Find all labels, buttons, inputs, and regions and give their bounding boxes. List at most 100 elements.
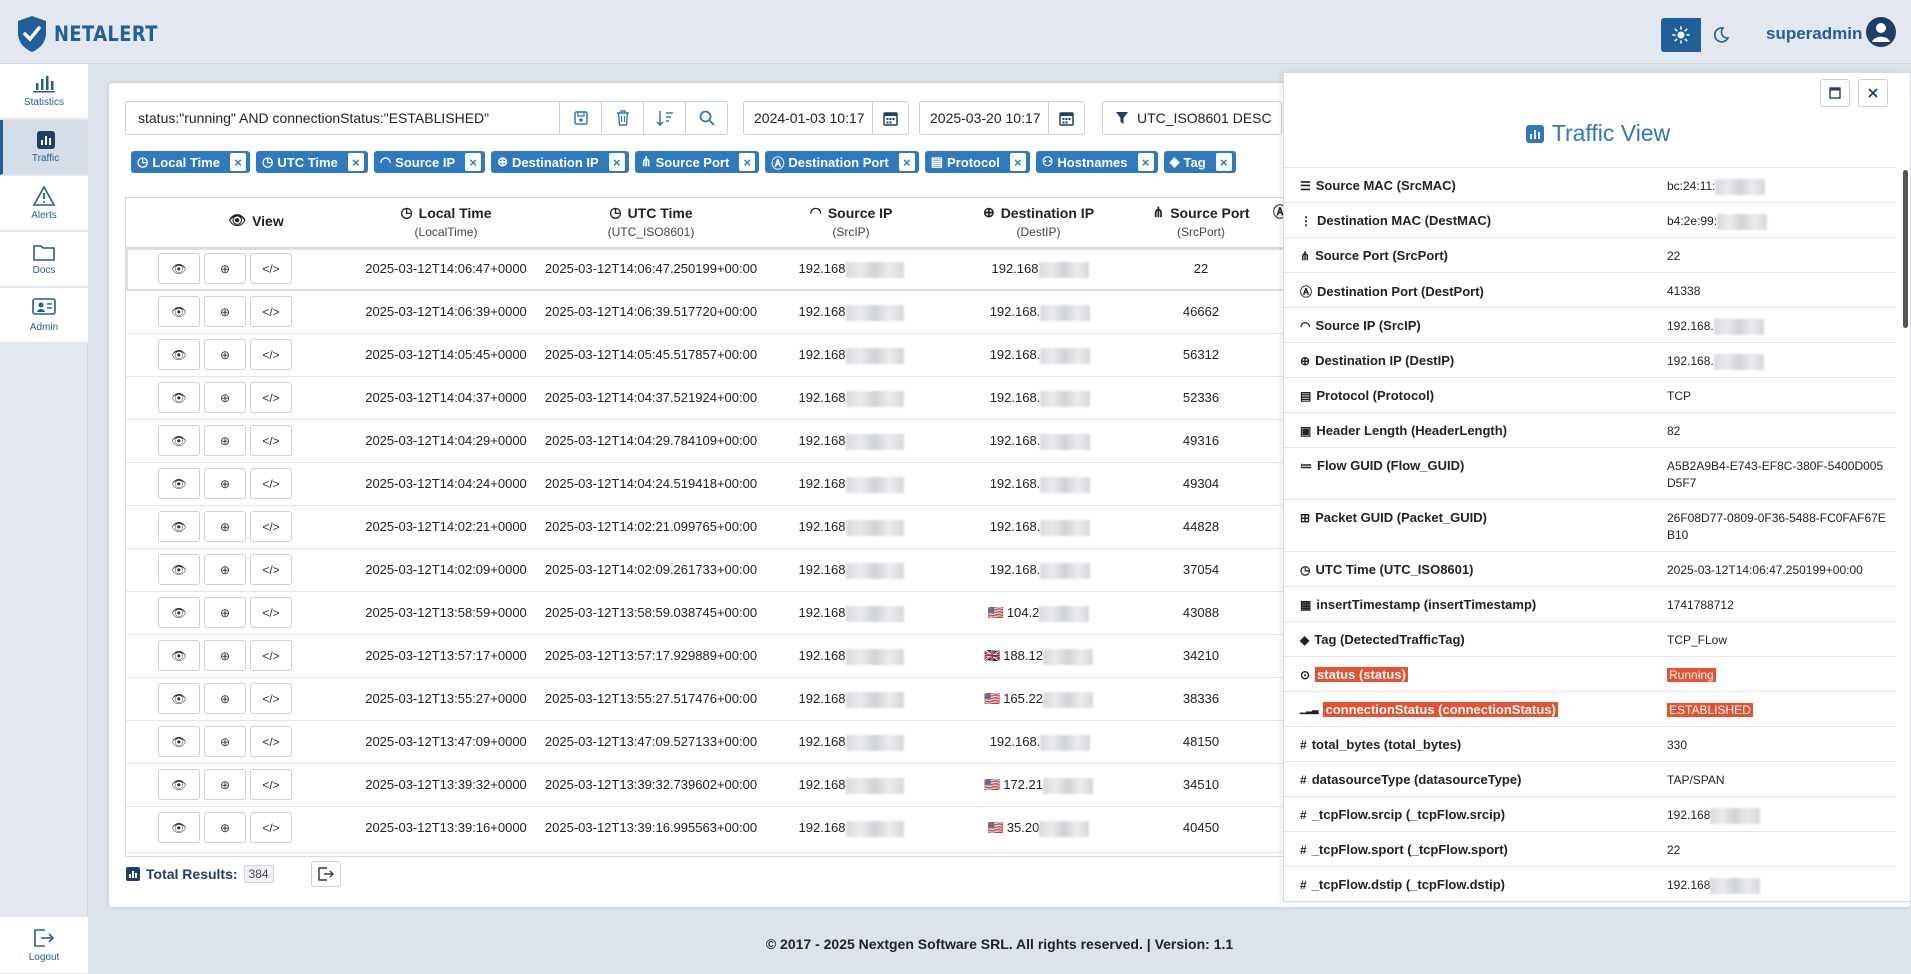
table-row[interactable]: 👁 ⊕ </> 2025-03-12T13:57:17+0000 2025-03-12T… xyxy=(126,635,1284,678)
table-row[interactable]: 👁 ⊕ </> 2025-03-12T14:06:47+0000 2025-03-12T… xyxy=(126,248,1284,291)
raw-json-button[interactable]: </> xyxy=(250,726,292,757)
lookup-button[interactable]: ⊕ xyxy=(204,640,246,671)
table-row[interactable]: 👁 ⊕ </> 2025-03-12T14:04:37+0000 2025-03-12T… xyxy=(126,377,1284,420)
column-local-time[interactable]: ◷ Local Time (LocalTime) xyxy=(351,204,541,239)
view-button[interactable]: 👁 xyxy=(158,339,200,370)
lookup-button[interactable]: ⊕ xyxy=(204,339,246,370)
view-button[interactable]: 👁 xyxy=(158,640,200,671)
save-query-button[interactable] xyxy=(559,102,601,134)
table-row[interactable]: 👁 ⊕ </> 2025-03-12T13:58:59+0000 2025-03-12T… xyxy=(126,592,1284,635)
table-row[interactable]: 👁 ⊕ </> 2025-03-12T13:39:16+0000 2025-03-12T… xyxy=(126,807,1284,853)
calendar-icon[interactable] xyxy=(1048,102,1084,134)
raw-json-button[interactable]: </> xyxy=(250,640,292,671)
lookup-button[interactable]: ⊕ xyxy=(204,425,246,456)
close-panel-button[interactable] xyxy=(1858,79,1888,107)
raw-json-button[interactable]: </> xyxy=(250,511,292,542)
raw-json-button[interactable]: </> xyxy=(250,339,292,370)
table-row[interactable]: 👁 ⊕ </> 2025-03-12T14:04:24+0000 2025-03-12T… xyxy=(126,463,1284,506)
view-button[interactable]: 👁 xyxy=(158,812,200,843)
date-from-field[interactable]: 2024-01-03 10:17 xyxy=(743,101,909,135)
view-button[interactable]: 👁 xyxy=(158,468,200,499)
raw-json-button[interactable]: </> xyxy=(250,769,292,800)
search-button[interactable] xyxy=(685,102,727,134)
lookup-button[interactable]: ⊕ xyxy=(204,769,246,800)
lookup-button[interactable]: ⊕ xyxy=(204,468,246,499)
sidebar-item-admin[interactable]: Admin xyxy=(0,288,88,343)
raw-json-button[interactable]: </> xyxy=(250,468,292,499)
raw-json-button[interactable]: </> xyxy=(250,296,292,327)
close-icon[interactable]: × xyxy=(898,153,915,171)
lookup-button[interactable]: ⊕ xyxy=(204,296,246,327)
sidebar-item-statistics[interactable]: Statistics xyxy=(0,64,88,119)
calendar-icon[interactable] xyxy=(872,102,908,134)
close-icon[interactable]: × xyxy=(739,153,756,171)
dark-theme-button[interactable] xyxy=(1701,18,1741,52)
table-row[interactable]: 👁 ⊕ </> 2025-03-12T14:06:39+0000 2025-03-12T… xyxy=(126,291,1284,334)
raw-json-button[interactable]: </> xyxy=(250,597,292,628)
column-source-ip[interactable]: ◠ Source IP (SrcIP) xyxy=(766,204,936,239)
search-input[interactable]: status:"running" AND connectionStatus:"E… xyxy=(126,110,559,126)
lookup-button[interactable]: ⊕ xyxy=(204,554,246,585)
raw-json-button[interactable]: </> xyxy=(250,253,292,284)
view-button[interactable]: 👁 xyxy=(158,253,200,284)
chip-utc-time[interactable]: ◷ UTC Time × xyxy=(256,151,368,173)
sidebar-item-alerts[interactable]: Alerts xyxy=(0,176,88,231)
view-button[interactable]: 👁 xyxy=(158,511,200,542)
table-row[interactable]: 👁 ⊕ </> 2025-03-12T13:47:09+0000 2025-03-12T… xyxy=(126,721,1284,764)
lookup-button[interactable]: ⊕ xyxy=(204,253,246,284)
date-to-field[interactable]: 2025-03-20 10:17 xyxy=(919,101,1085,135)
chip-protocol[interactable]: ▤ Protocol × xyxy=(924,151,1030,173)
panel-scrollbar[interactable] xyxy=(1903,170,1908,328)
table-row[interactable]: 👁 ⊕ </> 2025-03-12T14:02:21+0000 2025-03-12T… xyxy=(126,506,1284,549)
raw-json-button[interactable]: </> xyxy=(250,554,292,585)
view-button[interactable]: 👁 xyxy=(158,554,200,585)
raw-json-button[interactable]: </> xyxy=(250,683,292,714)
lookup-button[interactable]: ⊕ xyxy=(204,683,246,714)
sidebar-item-docs[interactable]: Docs xyxy=(0,232,88,287)
table-row[interactable]: 👁 ⊕ </> 2025-03-12T13:55:27+0000 2025-03-12T… xyxy=(126,678,1284,721)
user-avatar-icon[interactable] xyxy=(1866,17,1896,50)
maximize-button[interactable] xyxy=(1820,79,1850,107)
view-button[interactable]: 👁 xyxy=(158,769,200,800)
view-button[interactable]: 👁 xyxy=(158,683,200,714)
clear-query-button[interactable] xyxy=(601,102,643,134)
chip-local-time[interactable]: ◷ Local Time × xyxy=(131,151,251,173)
chip-destination-ip[interactable]: ⊕ Destination IP × xyxy=(491,151,629,173)
lookup-button[interactable]: ⊕ xyxy=(204,382,246,413)
export-button[interactable] xyxy=(311,861,341,887)
date-from-value[interactable]: 2024-01-03 10:17 xyxy=(744,110,872,126)
close-icon[interactable]: × xyxy=(608,153,625,171)
sort-toggle-button[interactable] xyxy=(643,102,685,134)
view-button[interactable]: 👁 xyxy=(158,425,200,456)
lookup-button[interactable]: ⊕ xyxy=(204,812,246,843)
chip-source-ip[interactable]: ◠ Source IP × xyxy=(373,151,486,173)
sort-selector[interactable]: UTC_ISO8601 DESC xyxy=(1102,101,1282,135)
lookup-button[interactable]: ⊕ xyxy=(204,597,246,628)
view-button[interactable]: 👁 xyxy=(158,296,200,327)
chip-source-port[interactable]: ⋔ Source Port × xyxy=(634,151,760,173)
table-row[interactable]: 👁 ⊕ </> 2025-03-12T14:05:45+0000 2025-03-12T… xyxy=(126,334,1284,377)
raw-json-button[interactable]: </> xyxy=(250,425,292,456)
theme-toggle[interactable] xyxy=(1661,18,1741,52)
table-row[interactable]: 👁 ⊕ </> 2025-03-12T14:04:29+0000 2025-03-12T… xyxy=(126,420,1284,463)
close-icon[interactable]: × xyxy=(1215,153,1232,171)
lookup-button[interactable]: ⊕ xyxy=(204,511,246,542)
column-source-port[interactable]: ⋔ Source Port (SrcPort) xyxy=(1136,204,1266,239)
date-to-value[interactable]: 2025-03-20 10:17 xyxy=(920,110,1048,126)
chip-hostnames[interactable]: ⚇ Hostnames × xyxy=(1035,151,1158,173)
close-icon[interactable]: × xyxy=(230,153,247,171)
close-icon[interactable]: × xyxy=(465,153,482,171)
close-icon[interactable]: × xyxy=(1009,153,1026,171)
lookup-button[interactable]: ⊕ xyxy=(204,726,246,757)
logo[interactable]: NETALERT xyxy=(16,15,176,53)
view-button[interactable]: 👁 xyxy=(158,597,200,628)
raw-json-button[interactable]: </> xyxy=(250,382,292,413)
logout-button[interactable]: Logout xyxy=(0,916,88,974)
close-icon[interactable]: × xyxy=(1137,153,1154,171)
table-row[interactable]: 👁 ⊕ </> 2025-03-12T13:39:32+0000 2025-03-12T… xyxy=(126,764,1284,807)
close-icon[interactable]: × xyxy=(347,153,364,171)
table-row[interactable]: 👁 ⊕ </> 2025-03-12T14:02:09+0000 2025-03-12T… xyxy=(126,549,1284,592)
view-button[interactable]: 👁 xyxy=(158,726,200,757)
raw-json-button[interactable]: </> xyxy=(250,812,292,843)
username[interactable]: superadmin xyxy=(1766,24,1862,44)
